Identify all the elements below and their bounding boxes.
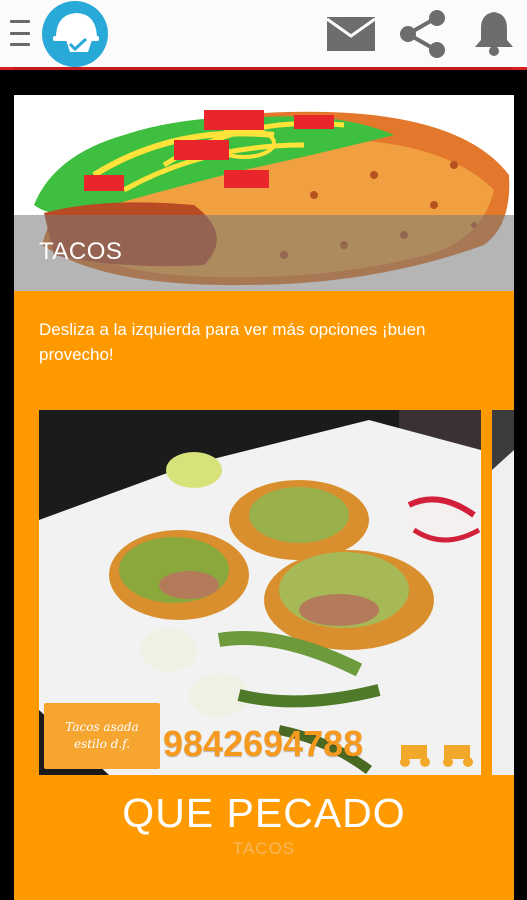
bell-icon[interactable] [473,10,515,61]
delivery-helmet-logo-icon[interactable] [40,0,110,68]
toolbar-divider [14,67,513,70]
next-photo-peek[interactable] [492,410,514,775]
category-title: TACOS [39,238,123,265]
restaurant-name: QUE PECADO [122,790,406,836]
restaurant-card[interactable]: TACOS Desliza a la izquierda para ver má… [14,95,514,900]
photo-caption-line1: Tacos asada [65,720,139,734]
restaurant-category: TACOS [232,839,296,858]
mail-icon[interactable] [326,16,376,57]
photo-caption-box: Tacos asada estilo d.f. [44,703,160,769]
photo-phone-number: 9842694788 [163,723,364,764]
share-icon[interactable] [398,10,448,63]
hamburger-menu-icon[interactable] [10,20,30,46]
swipe-instruction-text: Desliza a la izquierda para ver más opci… [39,320,426,364]
app-toolbar [0,0,527,70]
category-hero-image: TACOS [14,95,514,291]
photo-caption-line2: estilo d.f. [73,737,131,751]
dish-photo[interactable]: Tacos asada estilo d.f. 9842694788 [39,410,481,775]
